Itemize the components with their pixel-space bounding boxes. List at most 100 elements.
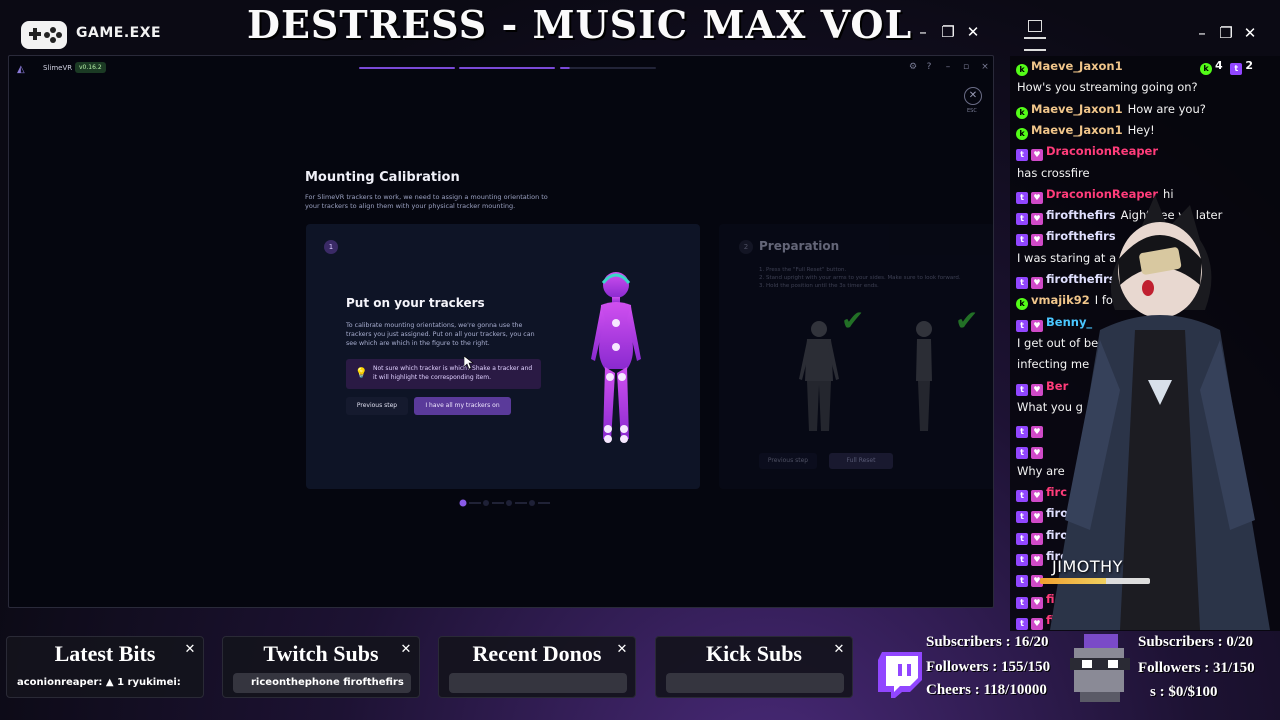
twitch-icon: t [1016,213,1028,226]
twitch-icon: t [1016,149,1028,162]
chat-message: k Maeve_Jaxon1 How are you? [1016,102,1206,119]
avatar-progress-bar [1040,578,1150,584]
latest-bits-ticker: aconionreaper: ▲ 1 ryukimei: [17,677,181,688]
trackers-on-button[interactable]: I have all my trackers on [414,397,511,415]
kick-viewer-count: 4 [1215,59,1223,72]
app-version-badge: v0.16.2 [75,62,106,73]
app-minimize-icon[interactable]: – [942,62,954,72]
mouse-cursor-icon [464,356,474,370]
top-bar: GAME.EXE DESTRESS - MUSIC MAX VOL – ❐ ✕ [0,0,1005,56]
chat-controls: – ❐ ✕ [1010,15,1280,55]
app-maximize-icon[interactable]: ▫ [960,62,972,72]
step2-previous-button[interactable]: Previous step [759,453,817,469]
chat-close-icon[interactable]: ✕ [1240,23,1260,43]
raccoon-mascot-icon [1070,634,1130,702]
recent-donos-ticker [449,673,627,693]
restore-icon[interactable]: ❐ [938,22,958,42]
latest-bits-close-icon[interactable]: ✕ [183,643,197,657]
twitch-subs-widget: Twitch Subs ✕ riceonthephone firofthefir… [222,636,420,698]
chat-username[interactable]: DraconionReaper [1046,144,1158,158]
twitch-subscribers-goal: Subscribers : 16/20 [926,634,1049,650]
twitch-icon: t [1016,575,1028,588]
twitch-icon: t [1016,234,1028,247]
kick-subs-widget: Kick Subs ✕ [655,636,853,698]
page-description: For SlimeVR trackers to work, we need to… [305,193,548,210]
latest-bits-title: Latest Bits [54,641,156,666]
chat-text: Hey! [1127,122,1155,137]
full-reset-button[interactable]: Full Reset [829,453,893,469]
app-name: SlimeVR [43,64,73,72]
close-icon[interactable]: ✕ [963,22,983,42]
twitch-icon: t [1016,277,1028,289]
recent-donos-widget: Recent Donos ✕ [438,636,636,698]
kick-subs-close-icon[interactable]: ✕ [832,643,846,657]
previous-step-button[interactable]: Previous step [346,397,408,415]
help-icon[interactable]: ? [923,62,935,72]
twitch-icon: t [1016,617,1028,630]
twitch-followers-goal: Followers : 155/150 [926,659,1051,675]
lightbulb-icon: 💡 [355,368,368,379]
step1-title: Put on your trackers [346,296,485,310]
twitch-viewer-count: 2 [1245,59,1253,72]
step2-instruction: 3. Hold the position until the 3s timer … [759,283,879,289]
page-title: Mounting Calibration [305,170,460,185]
slimevr-logo-icon: ◭ [17,64,25,75]
slimevr-window: ◭ SlimeVR v0.16.2 ⚙ ? – ▫ × ✕ ESC Mounti… [8,55,994,608]
chat-message: t ♥ DraconionReaper [1016,144,1163,162]
body-figure-illustration [591,272,641,443]
popout-icon[interactable] [1028,20,1042,32]
avatar-name: JIMOTHY [1052,557,1123,576]
step1-number-badge: 1 [324,240,338,254]
twitch-icon: t [1016,191,1028,204]
step-pager [459,499,550,507]
kick-followers-goal: Followers : 31/150 [1138,660,1255,676]
pose-figure-side [916,321,932,431]
step2-instruction: 1. Press the "Full Reset" button. [759,267,847,273]
kick-icon: k [1200,63,1212,75]
step2-number-badge: 2 [739,240,753,254]
twitch-icon: t [1016,447,1028,460]
step2-title: Preparation [759,239,840,253]
step2-card: 2 Preparation 1. Press the "Full Reset" … [719,224,993,489]
avatar-progress-fill [1040,578,1106,584]
app-close-icon[interactable]: × [979,62,991,72]
chat-username[interactable]: Maeve_Jaxon1 [1031,102,1123,116]
stream-title: DESTRESS - MUSIC MAX VOL [247,2,913,47]
menu-icon[interactable] [1024,37,1046,51]
kick-icon: k [1016,106,1028,119]
chat-restore-icon[interactable]: ❐ [1216,23,1236,43]
minimize-icon[interactable]: – [913,22,933,42]
twitch-icon: t [1016,596,1028,609]
chat-username[interactable]: Maeve_Jaxon1 [1031,59,1123,73]
chat-message: k Maeve_Jaxon1 Hey! [1016,123,1155,140]
progress-segment-2 [459,67,555,69]
step2-instructions: 1. Press the "Full Reset" button. 2. Sta… [759,266,979,290]
twitch-icon: t [1016,511,1028,524]
kick-icon: k [1016,127,1028,140]
step1-card: 1 Put on your trackers To calibrate moun… [306,224,700,489]
checkmark-icon: ✔ [841,304,865,337]
kick-subscribers-goal: Subscribers : 0/20 [1138,634,1254,650]
chat-message: k Maeve_Jaxon1 [1016,59,1128,76]
settings-gear-icon[interactable]: ⚙ [907,62,919,72]
latest-bits-widget: Latest Bits ✕ aconionreaper: ▲ 1 ryukime… [6,636,204,698]
twitch-subs-close-icon[interactable]: ✕ [399,643,413,657]
recent-donos-close-icon[interactable]: ✕ [615,643,629,657]
step1-description: To calibrate mounting orientations, we'r… [346,322,535,347]
chat-username[interactable]: Maeve_Jaxon1 [1031,123,1123,137]
esc-close-icon[interactable]: ✕ [964,87,982,105]
chat-minimize-icon[interactable]: – [1192,23,1212,43]
kick-donations-goal: s : $0/$100 [1150,684,1218,700]
twitch-logo-icon [878,652,922,698]
tracker-hint-box: 💡 Not sure which tracker is which? Shake… [346,359,541,389]
viewer-counts: k4 t2 [1200,59,1253,75]
pose-figure-front [799,321,839,431]
kick-subs-ticker [666,673,844,693]
kick-icon: k [1016,298,1028,311]
kick-icon: k [1016,64,1028,76]
heart-badge-icon: ♥ [1031,149,1043,162]
twitch-subs-title: Twitch Subs [263,641,379,666]
step2-instruction: 2. Stand upright with your arms to your … [759,275,961,281]
twitch-icon: t [1016,553,1028,566]
twitch-icon: t [1016,383,1028,396]
